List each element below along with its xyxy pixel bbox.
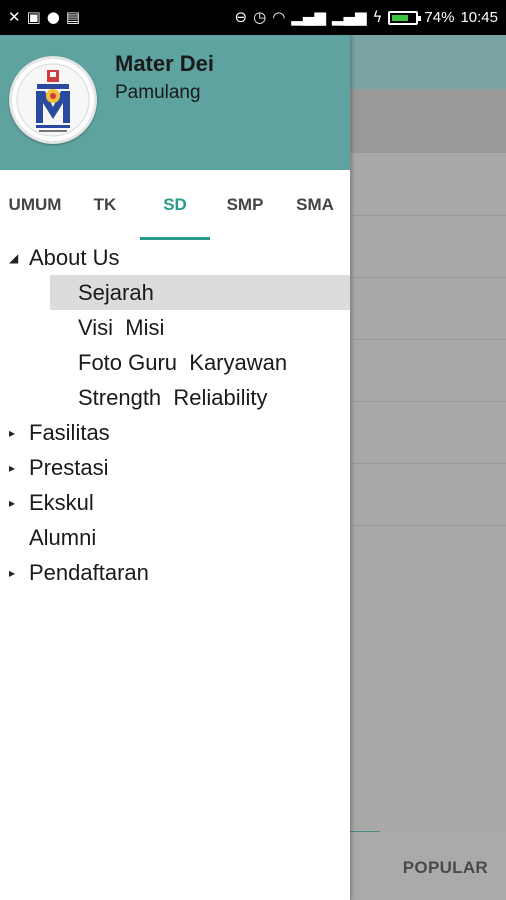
battery-fill <box>392 14 409 21</box>
navigation-drawer: Mater Dei Pamulang UMUM TK SD SMP SMA ◢ … <box>0 35 350 900</box>
tab-sd[interactable]: SD <box>140 170 210 240</box>
expanded-arrow-icon: ◢ <box>9 250 19 265</box>
tab-tk[interactable]: TK <box>70 170 140 240</box>
menu-item-label: Pendaftaran <box>29 559 149 585</box>
submenu-item-label: Sejarah <box>78 279 154 305</box>
menu-item-pendaftaran[interactable]: ▸ Pendaftaran <box>0 555 350 590</box>
charging-icon: ϟ <box>372 8 383 26</box>
status-right-icons: ⊖ ◷ ◠ ▂▄▆ ▂▄▆ ϟ 74% 10:45 <box>235 9 498 26</box>
collapsed-arrow-icon: ▸ <box>9 495 16 510</box>
battery-percent: 74% <box>424 9 455 26</box>
background-divider <box>350 277 506 278</box>
tab-sma[interactable]: SMA <box>280 170 350 240</box>
background-divider <box>350 525 506 526</box>
signal-icon-2: ▂▄▆ <box>331 8 367 26</box>
submenu-item-sejarah[interactable]: Sejarah <box>50 275 350 310</box>
submenu-item-strength-reliability[interactable]: Strength Reliability <box>0 380 350 415</box>
menu-item-about-us[interactable]: ◢ About Us <box>0 240 350 275</box>
menu-item-label: Fasilitas <box>29 419 110 445</box>
menu-item-prestasi[interactable]: ▸ Prestasi <box>0 450 350 485</box>
background-bottom-tabs: POPULAR <box>350 832 506 900</box>
drawer-header: Mater Dei Pamulang <box>0 35 350 170</box>
menu-tree: ◢ About Us Sejarah Visi Misi Foto Guru K… <box>0 240 350 590</box>
menu-item-label: Ekskul <box>29 489 94 515</box>
background-tab-band <box>350 89 506 153</box>
submenu-item-label: Foto Guru Karyawan <box>78 349 288 375</box>
circle-icon: ● <box>46 8 60 26</box>
image-icon: ▣ <box>26 8 41 26</box>
background-divider <box>350 215 506 216</box>
collapsed-arrow-icon: ▸ <box>9 565 16 580</box>
tab-smp[interactable]: SMP <box>210 170 280 240</box>
menu-item-ekskul[interactable]: ▸ Ekskul <box>0 485 350 520</box>
school-logo <box>9 56 97 144</box>
background-toolbar <box>350 35 506 89</box>
battery-icon <box>388 10 422 25</box>
submenu-item-visi-misi[interactable]: Visi Misi <box>0 310 350 345</box>
status-left-icons: ✕ ▣ ● ▤ <box>8 10 80 25</box>
tab-popular[interactable]: POPULAR <box>403 858 488 878</box>
missed-call-icon: ✕ <box>8 8 21 26</box>
menu-item-label: About Us <box>29 244 120 270</box>
menu-item-label: Alumni <box>29 524 97 550</box>
activity-icon: ▤ <box>65 8 81 26</box>
school-name: Mater Dei <box>115 51 215 76</box>
submenu-item-label: Strength Reliability <box>78 384 268 410</box>
submenu-item-label: Visi Misi <box>78 314 165 340</box>
background-divider <box>350 401 506 402</box>
background-app: POPULAR <box>350 35 506 900</box>
clock: 10:45 <box>460 9 498 26</box>
status-bar: ✕ ▣ ● ▤ ⊖ ◷ ◠ ▂▄▆ ▂▄▆ ϟ 74% 10:45 <box>0 0 506 35</box>
background-divider <box>350 463 506 464</box>
school-location: Pamulang <box>115 82 201 103</box>
collapsed-arrow-icon: ▸ <box>9 460 16 475</box>
collapsed-arrow-icon: ▸ <box>9 425 16 440</box>
signal-icon: ▂▄▆ <box>291 8 326 26</box>
alarm-icon: ◷ <box>253 8 267 26</box>
menu-item-alumni[interactable]: Alumni <box>0 520 350 555</box>
menu-item-label: Prestasi <box>29 454 109 480</box>
submenu-item-foto-guru-karyawan[interactable]: Foto Guru Karyawan <box>0 345 350 380</box>
menu-item-fasilitas[interactable]: ▸ Fasilitas <box>0 415 350 450</box>
do-not-disturb-icon: ⊖ <box>234 8 248 26</box>
level-tabs: UMUM TK SD SMP SMA <box>0 170 350 240</box>
background-divider <box>350 339 506 340</box>
tab-umum[interactable]: UMUM <box>0 170 70 240</box>
wifi-icon: ◠ <box>272 8 286 26</box>
